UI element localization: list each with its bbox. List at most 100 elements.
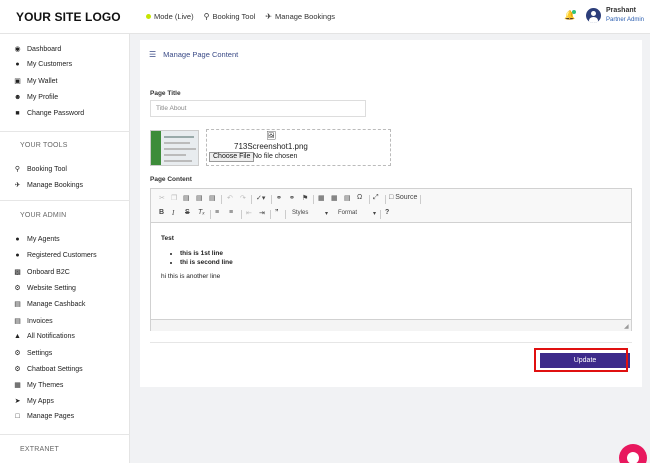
chevron-down-icon: ▾ bbox=[372, 210, 376, 217]
paste-word-icon[interactable]: ▤ bbox=[209, 194, 216, 202]
bulleted-list-icon[interactable]: ≡ bbox=[229, 209, 233, 216]
page-title-text: Manage Page Content bbox=[163, 50, 239, 59]
numbered-list-icon[interactable]: ≡ bbox=[215, 209, 219, 216]
form-divider bbox=[150, 342, 632, 343]
sidebar-item-my-customers[interactable]: ● My Customers bbox=[14, 61, 72, 68]
sidebar-item-label: My Profile bbox=[27, 94, 59, 101]
editor-content-area[interactable]: Test this is 1st line thi is second line… bbox=[161, 235, 233, 280]
nav-mode-label: Mode (Live) bbox=[154, 12, 194, 21]
redo-icon[interactable]: ↷ bbox=[240, 194, 246, 202]
sidebar-item-label: Manage Cashback bbox=[27, 300, 86, 308]
sidebar-item-website-setting[interactable]: ⚙ Website Setting bbox=[14, 284, 76, 293]
sidebar-item-my-wallet[interactable]: ▣ My Wallet bbox=[14, 77, 57, 86]
toolbar-separator bbox=[385, 195, 386, 204]
bold-icon[interactable]: B bbox=[159, 209, 164, 216]
dashboard-icon: ◉ bbox=[14, 46, 21, 53]
sidebar-item-label: Booking Tool bbox=[27, 165, 67, 173]
clipboard-icon: ▩ bbox=[14, 269, 21, 276]
sidebar-item-my-profile[interactable]: ☻ My Profile bbox=[14, 94, 58, 101]
strike-icon[interactable]: S bbox=[185, 209, 190, 216]
table-icon[interactable]: ▦ bbox=[331, 194, 338, 202]
content-bullet-list: this is 1st line thi is second line bbox=[180, 250, 233, 266]
anchor-flag-icon[interactable]: ⚑ bbox=[302, 194, 308, 202]
horizontal-line-icon[interactable]: ▤ bbox=[344, 194, 351, 202]
page-title-input[interactable] bbox=[150, 100, 366, 117]
indent-icon[interactable]: ⇥ bbox=[259, 209, 265, 217]
sidebar-item-label: Chatboat Settings bbox=[27, 365, 83, 373]
sidebar-item-my-themes[interactable]: ▦ My Themes bbox=[14, 381, 63, 390]
sidebar-item-my-agents[interactable]: ● My Agents bbox=[14, 236, 59, 243]
sidebar-item-all-notifications[interactable]: ▲ All Notifications bbox=[14, 333, 75, 340]
italic-icon[interactable]: I bbox=[172, 209, 174, 217]
image-thumbnail bbox=[150, 130, 199, 166]
sidebar-item-chatboat-settings[interactable]: ⚙ Chatboat Settings bbox=[14, 365, 83, 374]
page-title-label: Page Title bbox=[150, 90, 181, 97]
image-file-icon: 🖼 bbox=[266, 131, 277, 140]
highlight-box bbox=[534, 348, 628, 372]
sidebar-item-manage-cashback[interactable]: ▤ Manage Cashback bbox=[14, 300, 86, 309]
sidebar-item-label: My Apps bbox=[27, 397, 54, 405]
sidebar-item-registered-customers[interactable]: ● Registered Customers bbox=[14, 252, 96, 259]
cogs-icon: ⚙ bbox=[14, 285, 21, 292]
nav-mode-live[interactable]: Mode (Live) bbox=[146, 12, 194, 21]
special-char-icon[interactable]: Ω bbox=[357, 194, 362, 201]
nav-manage-bookings-label: Manage Bookings bbox=[274, 12, 336, 21]
nav-booking-tool[interactable]: ⚲ Booking Tool bbox=[204, 12, 256, 21]
format-dropdown[interactable]: Format ▾ bbox=[336, 208, 378, 218]
sidebar-item-label: Manage Bookings bbox=[27, 181, 84, 189]
styles-dropdown[interactable]: Styles ▾ bbox=[290, 208, 330, 218]
chat-widget-icon[interactable] bbox=[619, 444, 647, 463]
uploaded-file-name: 713Screenshot1.png bbox=[234, 142, 308, 151]
list-item: this is 1st line bbox=[180, 250, 233, 257]
toolbar-separator bbox=[210, 210, 211, 219]
send-icon: ➤ bbox=[14, 398, 21, 405]
sidebar-item-manage-bookings[interactable]: ✈ Manage Bookings bbox=[14, 181, 84, 190]
undo-icon[interactable]: ↶ bbox=[227, 194, 233, 202]
image-icon[interactable]: ▦ bbox=[318, 194, 325, 202]
sidebar-item-onboard-b2c[interactable]: ▩ Onboard B2C bbox=[14, 268, 70, 277]
nav-manage-bookings[interactable]: ✈ Manage Bookings bbox=[265, 12, 335, 21]
format-label: Format bbox=[338, 210, 358, 216]
site-logo[interactable]: YOUR SITE LOGO bbox=[16, 10, 121, 24]
toolbar-separator bbox=[241, 210, 242, 219]
outdent-icon[interactable]: ⇤ bbox=[246, 209, 252, 217]
sidebar-item-dashboard[interactable]: ◉ Dashboard bbox=[14, 45, 61, 54]
sidebar-item-my-apps[interactable]: ➤ My Apps bbox=[14, 397, 54, 406]
user-role: Partner Admin bbox=[606, 17, 645, 23]
unlink-icon[interactable]: ⚭ bbox=[289, 194, 295, 202]
search-icon: ⚲ bbox=[14, 166, 21, 173]
blockquote-icon[interactable]: ” bbox=[275, 209, 279, 216]
sidebar-item-invoices[interactable]: ▤ Invoices bbox=[14, 317, 53, 326]
paste-icon[interactable]: ▤ bbox=[183, 194, 190, 202]
user-name[interactable]: Prashant bbox=[606, 7, 636, 14]
sidebar-item-settings[interactable]: ⚙ Settings bbox=[14, 349, 52, 358]
sidebar-item-manage-pages[interactable]: □ Manage Pages bbox=[14, 413, 74, 420]
editor-status-bar: ◢ bbox=[151, 319, 631, 331]
source-button[interactable]: □ Source bbox=[389, 194, 417, 201]
help-icon[interactable]: ? bbox=[385, 209, 389, 216]
link-icon[interactable]: ⚭ bbox=[276, 194, 282, 202]
sidebar-item-change-password[interactable]: ■ Change Password bbox=[14, 110, 84, 117]
user-icon: ☻ bbox=[14, 94, 22, 101]
no-file-chosen-text: No file chosen bbox=[253, 153, 298, 160]
spellcheck-icon[interactable]: ✓▾ bbox=[256, 194, 265, 202]
sidebar-heading-tools: YOUR TOOLS bbox=[20, 142, 68, 149]
sidebar-item-label: All Notifications bbox=[27, 333, 75, 340]
choose-file-button[interactable]: Choose File bbox=[209, 152, 255, 162]
user-avatar[interactable] bbox=[586, 8, 601, 23]
cut-icon[interactable]: ✂ bbox=[159, 194, 165, 202]
paste-text-icon[interactable]: ▤ bbox=[196, 194, 203, 202]
toolbar-separator bbox=[270, 210, 271, 219]
maximize-icon[interactable]: ⤢ bbox=[373, 194, 379, 202]
gear-icon: ⚙ bbox=[14, 350, 21, 357]
remove-format-icon[interactable]: Tₓ bbox=[198, 209, 205, 216]
sidebar-item-booking-tool[interactable]: ⚲ Booking Tool bbox=[14, 165, 67, 174]
notification-dot bbox=[572, 10, 576, 14]
bell-icon: ▲ bbox=[14, 333, 21, 340]
resize-handle-icon[interactable]: ◢ bbox=[624, 323, 629, 330]
toolbar-separator bbox=[380, 210, 381, 219]
live-status-dot bbox=[146, 14, 151, 19]
content-paragraph: hi this is another line bbox=[161, 273, 221, 280]
wallet-icon: ▣ bbox=[14, 78, 21, 85]
copy-icon[interactable]: ❐ bbox=[171, 194, 177, 202]
